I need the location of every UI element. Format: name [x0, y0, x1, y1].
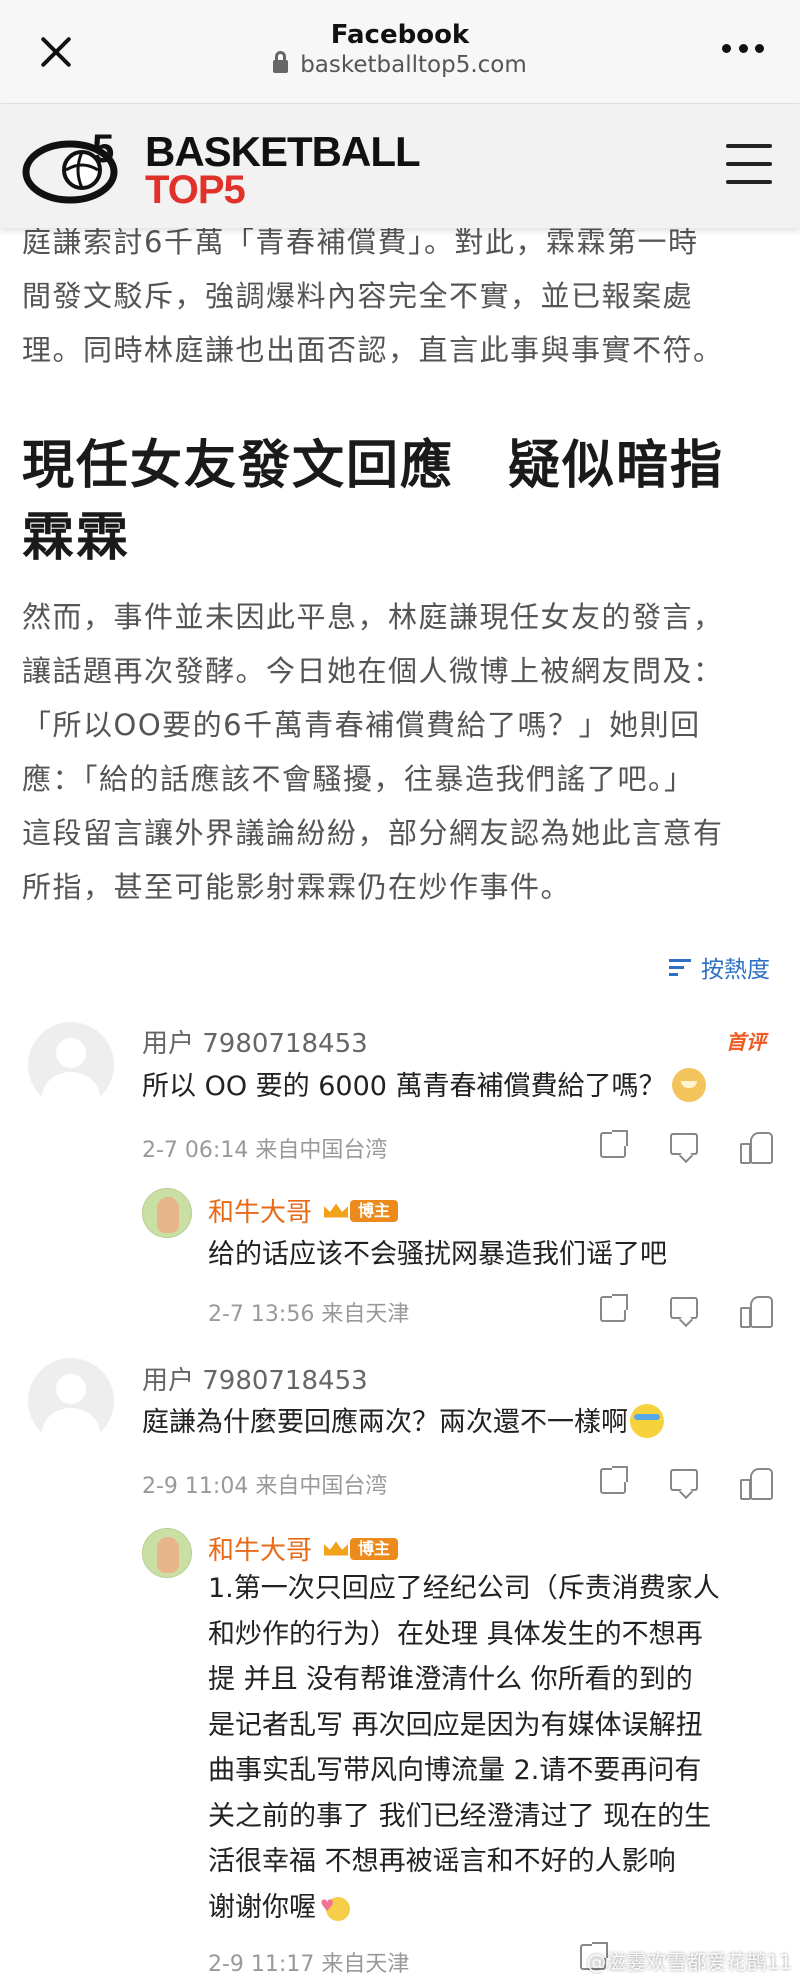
comment-actions — [580, 1463, 790, 1500]
paragraph-line: 理。同時林庭謙也出面否認，直言此事與事實不符。 — [22, 333, 724, 367]
avatar[interactable] — [142, 1188, 192, 1238]
reply-meta: 2-7 13:56 来自天津 — [208, 1302, 410, 1327]
avatar[interactable] — [28, 1022, 114, 1108]
browser-url[interactable]: basketballtop5.com — [0, 51, 800, 78]
article-paragraph-1: 庭謙索討6千萬「青春補償費」。對此，霖霖第一時 間發文駁斥，強調爆料內容完全不實… — [22, 215, 778, 377]
paragraph-line: 「所以OO要的6千萬青春補償費給了嗎？」她則回 — [22, 708, 701, 742]
reply-line: 曲事实乱写带风向博流量 2.请不要再问有 — [208, 1755, 702, 1786]
share-button[interactable] — [580, 1294, 650, 1326]
browser-toolbar: Facebook basketballtop5.com — [0, 0, 800, 104]
paragraph-line: 所指，甚至可能影射霖霖仍在炒作事件。 — [22, 870, 572, 904]
reply-username[interactable]: 和牛大哥 博主 — [208, 1530, 399, 1567]
site-header: 5 BASKETBALL TOP5 — [0, 104, 800, 228]
reply-text: 给的话应该不会骚扰网暴造我们谣了吧 — [208, 1239, 667, 1270]
lock-icon — [273, 51, 289, 73]
like-button[interactable] — [720, 1466, 790, 1500]
watermark: @滋霎欢雪都爱花鹊11 — [586, 1950, 792, 1974]
basketball-logo-icon: 5 — [22, 128, 118, 204]
hamburger-icon[interactable] — [726, 144, 772, 184]
comment-text: 庭謙為什麼要回應兩次？兩次還不一樣啊 — [142, 1400, 664, 1445]
paragraph-line: 間發文駁斥，強調爆料內容完全不實，並已報案處 — [22, 279, 694, 313]
reply-line: 是记者乱写 再次回应是因为有媒体误解扭 — [208, 1709, 703, 1741]
reply-actions — [580, 1291, 790, 1328]
comment-text: 所以 OO 要的 6000 萬青春補償費給了嗎？ — [142, 1064, 706, 1109]
reply-line: 提 并且 没有帮谁澄清什么 你所看的到的 — [208, 1664, 693, 1695]
share-icon — [600, 1294, 628, 1322]
blogger-tag: 博主 — [350, 1199, 399, 1222]
heart-emoji-icon — [320, 1883, 354, 1928]
avatar[interactable] — [28, 1358, 114, 1444]
like-button[interactable] — [720, 1130, 790, 1164]
reply-button[interactable] — [650, 1291, 720, 1326]
thumbs-up-icon — [740, 1466, 773, 1500]
heading-line: 霖霖 — [22, 508, 131, 568]
reply-username-text: 和牛大哥 — [208, 1198, 313, 1228]
comment-icon — [670, 1291, 698, 1319]
share-button[interactable] — [580, 1130, 650, 1162]
heading-line: 現任女友發文回應 疑似暗指 — [22, 436, 725, 496]
blogger-badge: 博主 — [322, 1197, 399, 1225]
comment-meta: 2-7 06:14 来自中国台湾 — [142, 1138, 388, 1163]
comment-icon — [670, 1127, 698, 1155]
reply-username-text: 和牛大哥 — [208, 1536, 313, 1566]
share-icon — [600, 1466, 628, 1494]
comment-icon — [670, 1463, 698, 1491]
paragraph-line: 然而，事件並未因此平息，林庭謙現任女友的發言， — [22, 600, 724, 634]
article-subheading: 現任女友發文回應 疑似暗指 霖霖 — [22, 430, 778, 574]
reply-line: 谢谢你喔 — [208, 1891, 316, 1923]
hot-comment-badge: 首评 — [726, 1030, 766, 1054]
thumbs-up-icon — [740, 1130, 773, 1164]
sort-by-popularity-button[interactable]: 按熱度 — [669, 950, 770, 984]
comment-username[interactable]: 用户 7980718453 — [142, 1360, 368, 1397]
url-text: basketballtop5.com — [300, 52, 527, 78]
comment-meta: 2-9 11:04 来自中国台湾 — [142, 1474, 388, 1499]
paragraph-line: 讓話題再次發酵。今日她在個人微博上被網友問及： — [22, 654, 724, 688]
blogger-badge: 博主 — [322, 1535, 399, 1563]
paragraph-line: 應：「給的話應該不會騷擾，往暴造我們謠了吧。」 — [22, 762, 695, 796]
browser-title: Facebook — [330, 20, 470, 50]
blogger-tag: 博主 — [350, 1537, 399, 1560]
reply-meta: 2-9 11:17 来自天津 — [208, 1952, 410, 1974]
like-button[interactable] — [720, 1294, 790, 1328]
reply-line: 和炒作的行为）在处理 具体发生的不想再 — [208, 1618, 703, 1650]
comment-text-content: 庭謙為什麼要回應兩次？兩次還不一樣啊 — [142, 1407, 628, 1438]
sort-icon — [669, 956, 693, 978]
logo-five: 5 — [92, 128, 114, 171]
reply-username[interactable]: 和牛大哥 博主 — [208, 1192, 399, 1229]
thumbs-up-icon — [740, 1294, 773, 1328]
paragraph-line: 這段留言讓外界議論紛紛，部分網友認為她此言意有 — [22, 816, 724, 850]
comment-text-content: 所以 OO 要的 6000 萬青春補償費給了嗎？ — [142, 1071, 666, 1102]
crown-icon — [322, 1200, 350, 1222]
avatar[interactable] — [142, 1528, 192, 1578]
crying-laughing-emoji-icon — [630, 1404, 664, 1438]
comment-actions — [580, 1127, 790, 1164]
comment-username[interactable]: 用户 7980718453 — [142, 1023, 368, 1060]
reply-line: 关之前的事了 我们已经澄清过了 现在的生 — [208, 1800, 712, 1832]
logo-word-top5: TOP5 — [145, 168, 246, 212]
share-button[interactable] — [580, 1466, 650, 1498]
reply-line: 活很幸福 不想再被谣言和不好的人影响 — [208, 1846, 676, 1877]
article-paragraph-2: 然而，事件並未因此平息，林庭謙現任女友的發言， 讓話題再次發酵。今日她在個人微博… — [22, 590, 778, 914]
reply-button[interactable] — [650, 1127, 720, 1162]
more-horizontal-icon[interactable] — [722, 44, 764, 56]
reply-line-last: 谢谢你喔 — [208, 1883, 778, 1931]
reply-text: 1.第一次只回应了经纪公司（斥责消费家人 和炒作的行为）在处理 具体发生的不想再… — [208, 1566, 778, 1930]
site-logo[interactable]: 5 BASKETBALL TOP5 — [20, 122, 430, 212]
sort-label: 按熱度 — [701, 957, 770, 983]
reply-button[interactable] — [650, 1463, 720, 1498]
share-icon — [600, 1130, 628, 1158]
crown-icon — [322, 1538, 350, 1560]
doge-emoji-icon — [671, 1068, 706, 1102]
reply-line: 1.第一次只回应了经纪公司（斥责消费家人 — [208, 1573, 720, 1604]
